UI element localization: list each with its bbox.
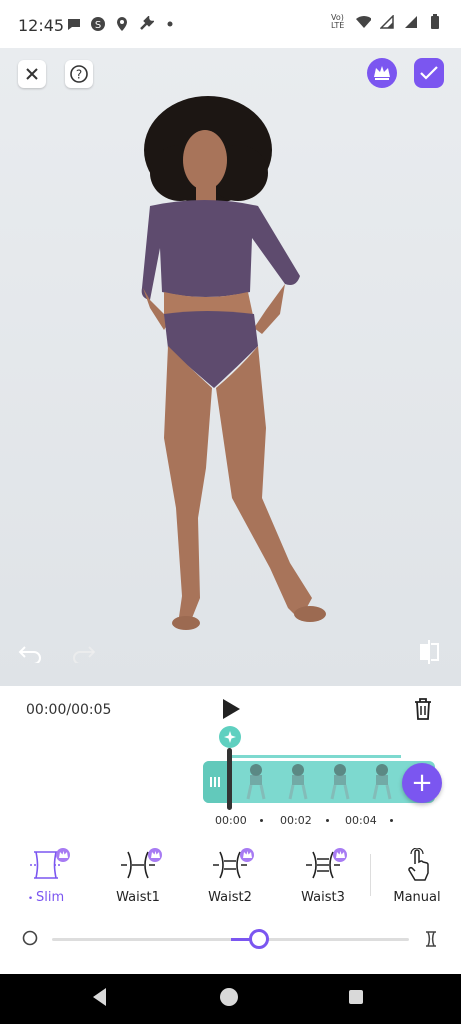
timeline-tick: 00:04 (345, 814, 377, 827)
slim-icon (26, 848, 70, 882)
timeline-tick: 00:00 (215, 814, 247, 827)
tool-waist2[interactable]: Waist2 (195, 848, 265, 908)
delete-button[interactable] (412, 697, 434, 721)
effect-track (231, 755, 401, 758)
premium-badge (56, 848, 70, 862)
timeline-frame (288, 764, 308, 800)
slider-max-icon (426, 931, 436, 947)
clip-handle[interactable] (203, 761, 227, 803)
home-icon[interactable] (220, 988, 238, 1006)
waist-icon (118, 848, 162, 882)
play-button[interactable] (220, 697, 242, 721)
playhead[interactable] (227, 748, 232, 810)
recents-icon[interactable] (349, 990, 363, 1004)
add-clip-button[interactable]: + (402, 763, 442, 803)
trash-icon (415, 698, 431, 720)
timeline-frame (372, 764, 392, 800)
s-app-icon: S (90, 16, 106, 32)
waist-icon (210, 848, 254, 882)
slider-min-icon (22, 930, 38, 946)
keyframe-marker[interactable] (219, 726, 241, 748)
compare-button[interactable] (416, 638, 442, 666)
timeline-frame (246, 764, 266, 800)
signal-icon (379, 14, 395, 30)
location-icon (114, 16, 130, 32)
hand-pointer-icon (397, 847, 437, 882)
help-icon: ? (70, 65, 88, 83)
intensity-slider-thumb[interactable] (249, 929, 270, 949)
wifi-icon (355, 14, 371, 30)
tool-waist1[interactable]: Waist1 (103, 848, 173, 908)
tool-label: Slim (36, 890, 65, 905)
tick-dot (390, 819, 393, 822)
back-icon[interactable] (90, 986, 110, 1008)
tool-manual[interactable]: Manual (382, 847, 452, 908)
status-time: 12:45 (18, 16, 65, 35)
time-readout: 00:00/00:05 (26, 702, 112, 718)
dot-icon (162, 16, 178, 32)
tool-label: Waist3 (301, 890, 345, 905)
network-label: Vo) LTE (331, 13, 345, 30)
close-button[interactable] (18, 60, 46, 88)
timeline-tick: 00:02 (280, 814, 312, 827)
play-icon (223, 699, 240, 719)
svg-text:S: S (95, 20, 101, 31)
help-button[interactable]: ? (65, 60, 93, 88)
premium-badge (333, 848, 347, 862)
svg-text:?: ? (76, 68, 82, 82)
tool-label: Waist1 (116, 890, 160, 905)
model-photo (0, 48, 461, 686)
photo-preview[interactable] (0, 48, 461, 686)
waist-icon (303, 848, 347, 882)
premium-button[interactable] (367, 58, 397, 88)
tool-label: Waist2 (208, 890, 252, 905)
undo-button[interactable] (16, 640, 46, 666)
premium-badge (240, 848, 254, 862)
chat-icon (66, 16, 82, 32)
confirm-button[interactable] (414, 58, 444, 88)
grip-icon (210, 777, 220, 787)
sparkle-icon (224, 731, 236, 743)
premium-badge (148, 848, 162, 862)
close-icon (26, 68, 38, 80)
undo-icon (18, 646, 41, 663)
tick-dot (260, 819, 263, 822)
redo-button[interactable] (68, 640, 98, 666)
tool-divider (370, 854, 371, 896)
tool-waist3[interactable]: Waist3 (288, 848, 358, 908)
battery-icon (427, 14, 443, 30)
check-icon (420, 66, 438, 80)
crown-icon (374, 66, 390, 80)
compare-icon (420, 640, 439, 664)
tool-label: Manual (393, 890, 441, 905)
timeline-frame (330, 764, 350, 800)
tool-slim[interactable]: • Slim (11, 848, 81, 908)
signal-icon (403, 14, 419, 30)
status-bar: 12:45 S Vo) LTE (0, 0, 461, 48)
redo-icon (73, 646, 96, 663)
wrench-icon (138, 16, 154, 32)
tick-dot (326, 819, 329, 822)
